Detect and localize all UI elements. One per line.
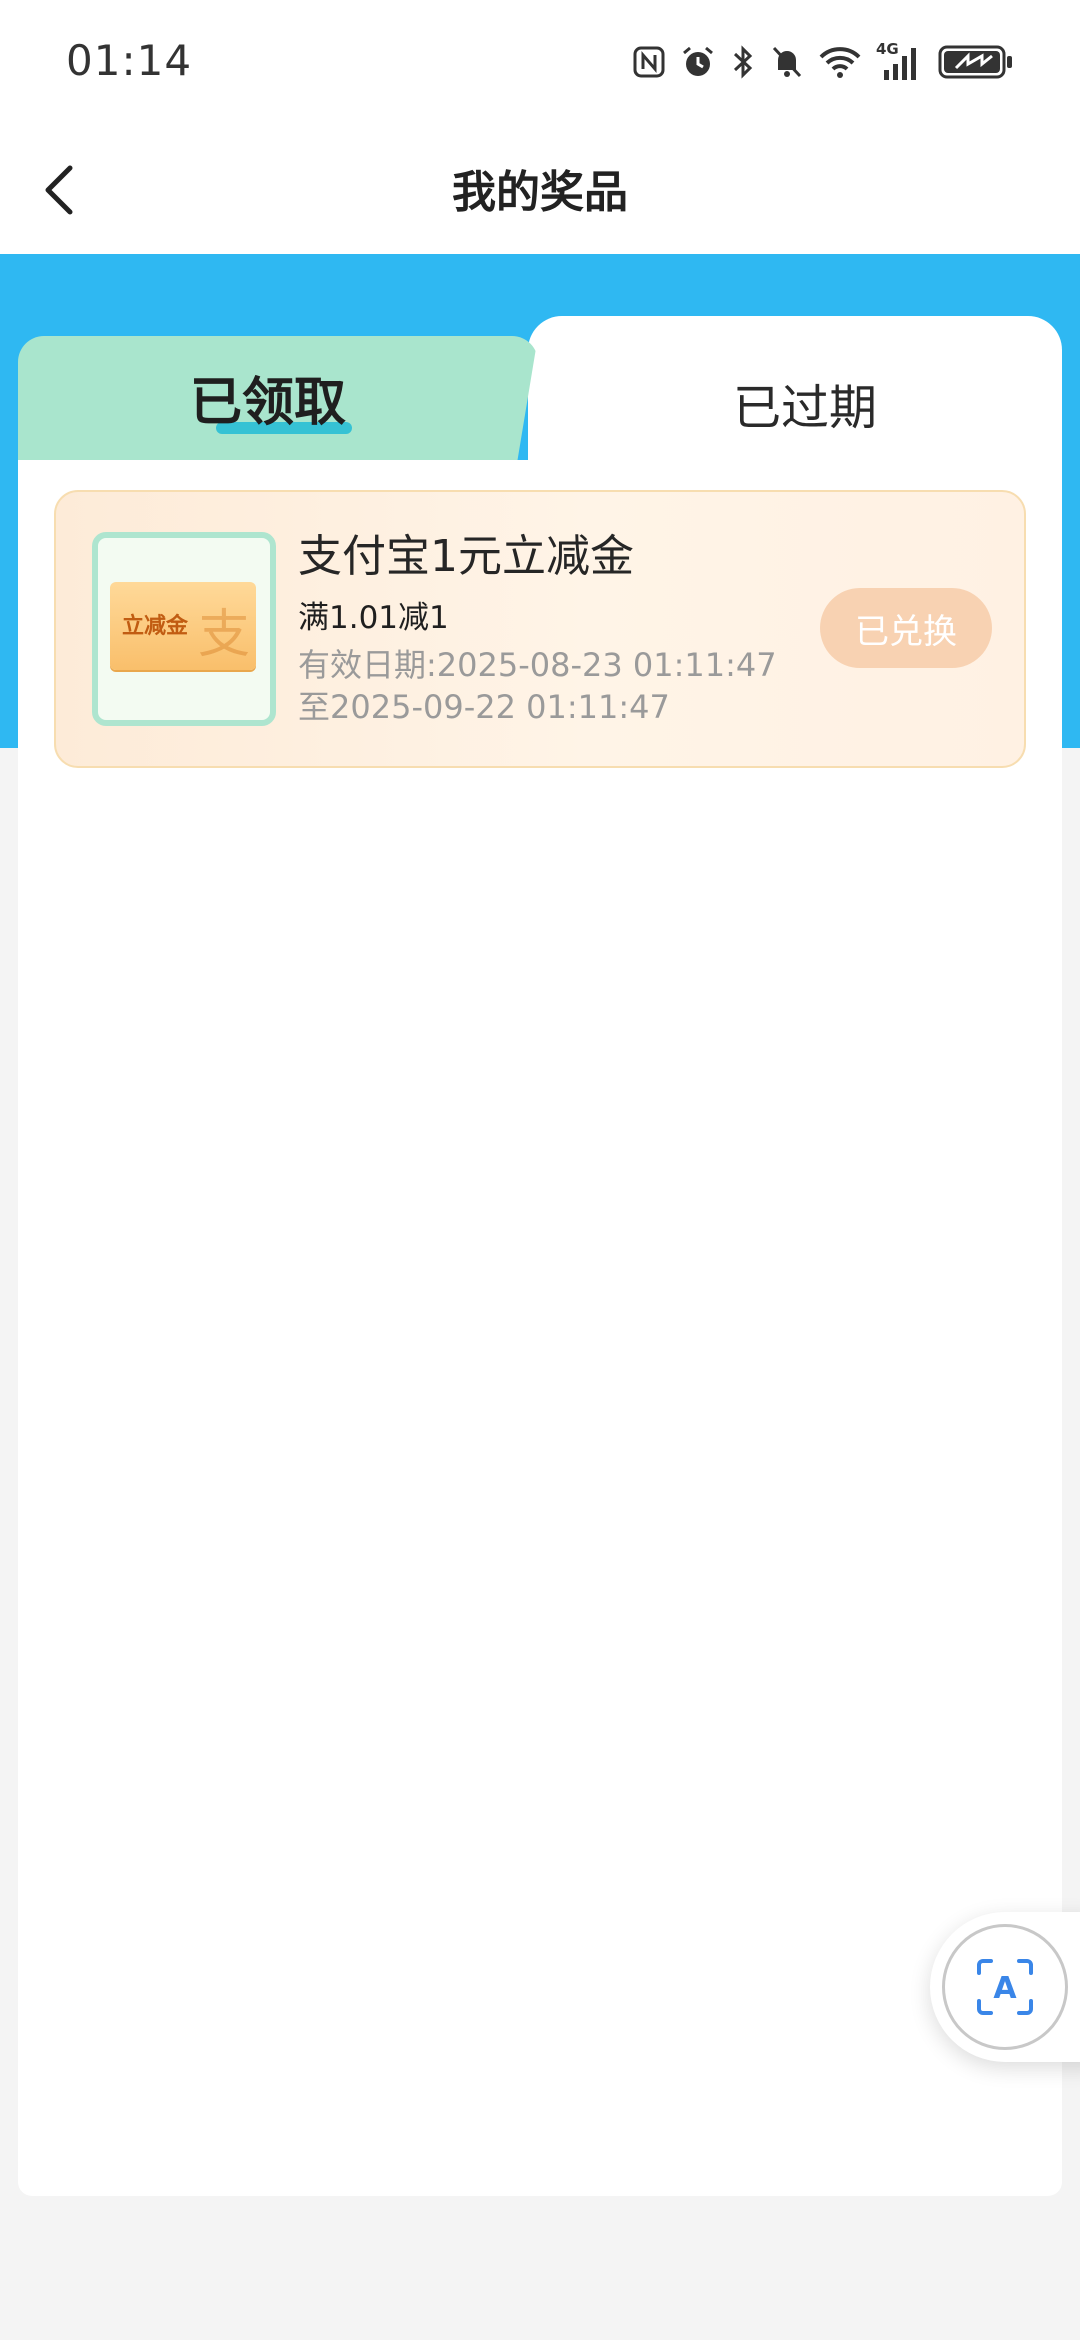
prize-valid-from: 有效日期:2025-08-23 01:11:47 (298, 646, 777, 684)
status-icons: 4G (632, 38, 1014, 86)
alarm-icon (683, 46, 713, 76)
prize-thumbnail: 立减金 支 (92, 532, 276, 726)
status-bar: 01:14 4G (0, 0, 1080, 124)
page-title: 我的奖品 (452, 167, 628, 218)
prize-rule: 满1.01减1 (298, 600, 449, 636)
text-scan-icon: A (977, 1959, 1033, 2015)
wifi-icon (819, 47, 861, 78)
voucher-label: 立减金 (122, 614, 189, 639)
tab-received-label[interactable]: 已领取 (0, 360, 536, 435)
tab-expired-label[interactable]: 已过期 (528, 368, 1080, 438)
nfc-icon (633, 46, 665, 78)
prize-title: 支付宝1元立减金 (298, 531, 634, 582)
prize-card[interactable]: 立减金 支 支付宝1元立减金 满1.01减1 有效日期:2025-08-23 0… (54, 490, 1026, 768)
nav-bar: 我的奖品 (0, 124, 1080, 254)
text-scan-letter: A (993, 1971, 1017, 2006)
bluetooth-icon (733, 45, 753, 79)
voucher-image: 立减金 支 (110, 582, 256, 670)
prize-valid-to: 至2025-09-22 01:11:47 (298, 688, 670, 726)
status-time: 01:14 (66, 36, 193, 85)
battery-charging-icon (938, 45, 1012, 79)
alipay-logo-icon: 支 (197, 605, 250, 665)
mute-icon (772, 46, 802, 78)
text-scan-button[interactable]: A (942, 1924, 1068, 2050)
redeemed-button[interactable]: 已兑换 (820, 588, 992, 668)
4g-signal-icon: 4G (876, 40, 924, 82)
